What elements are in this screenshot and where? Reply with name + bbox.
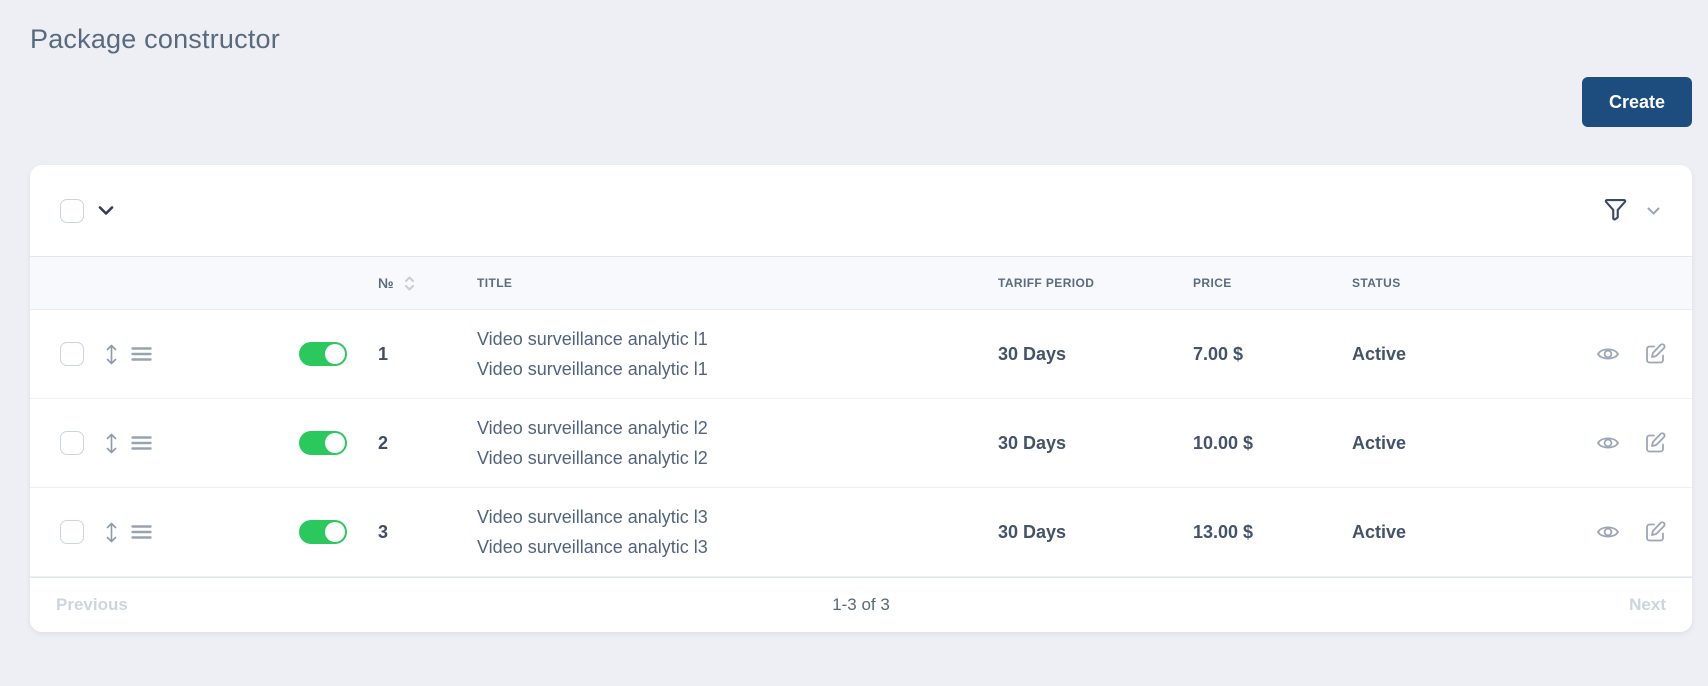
column-header-price: PRICE — [1193, 276, 1232, 290]
page-title: Package constructor — [30, 24, 280, 54]
edit-button[interactable] — [1644, 521, 1666, 543]
pagination-bar: Previous 1-3 of 3 Next — [30, 577, 1692, 632]
row-select-checkbox[interactable] — [60, 342, 84, 366]
drag-vertical-arrows-icon[interactable] — [104, 343, 119, 366]
row-title: Video surveillance analytic l3 Video sur… — [477, 502, 998, 562]
eye-icon — [1596, 523, 1620, 541]
row-title-line1: Video surveillance analytic l2 — [477, 418, 708, 438]
eye-icon — [1596, 434, 1620, 452]
create-button[interactable]: Create — [1582, 77, 1692, 127]
row-price: 13.00 $ — [1193, 521, 1254, 542]
next-page-button[interactable]: Next — [1629, 595, 1666, 615]
row-number: 3 — [378, 521, 389, 542]
column-header-status: STATUS — [1352, 276, 1401, 290]
filter-button[interactable] — [1602, 197, 1629, 224]
view-button[interactable] — [1596, 434, 1620, 452]
row-title: Video surveillance analytic l2 Video sur… — [477, 413, 998, 473]
select-all-checkbox[interactable] — [60, 198, 84, 223]
row-title-line1: Video surveillance analytic l1 — [477, 329, 708, 349]
toggle-knob — [325, 522, 345, 542]
row-price: 7.00 $ — [1193, 343, 1244, 364]
row-title-line2: Video surveillance analytic l2 — [477, 448, 708, 468]
hamburger-menu-icon[interactable] — [131, 346, 152, 362]
view-button[interactable] — [1596, 345, 1620, 363]
row-title-line2: Video surveillance analytic l1 — [477, 359, 708, 379]
sort-arrows-icon[interactable] — [403, 275, 416, 292]
chevron-down-icon — [98, 205, 114, 216]
active-toggle[interactable] — [299, 431, 347, 455]
row-number: 2 — [378, 432, 389, 453]
column-header-tariff-period: TARIFF PERIOD — [998, 276, 1095, 290]
row-tariff-period: 30 Days — [998, 521, 1067, 542]
edit-pencil-icon — [1644, 343, 1666, 365]
eye-icon — [1596, 345, 1620, 363]
package-constructor-page: Package constructor Create № TITLE TARIF… — [0, 0, 1708, 632]
row-select-checkbox[interactable] — [60, 520, 84, 544]
row-number: 1 — [378, 343, 389, 364]
hamburger-menu-icon[interactable] — [131, 524, 152, 540]
chevron-down-icon — [1647, 207, 1660, 215]
row-status: Active — [1352, 432, 1407, 453]
row-status: Active — [1352, 343, 1407, 364]
row-price: 10.00 $ — [1193, 432, 1254, 453]
table-row: 3 Video surveillance analytic l3 Video s… — [30, 488, 1692, 577]
pagination-range: 1-3 of 3 — [832, 595, 890, 614]
edit-pencil-icon — [1644, 521, 1666, 543]
filter-expand-dropdown[interactable] — [1647, 207, 1660, 215]
row-status: Active — [1352, 521, 1407, 542]
column-header-title: TITLE — [477, 276, 513, 290]
table-row: 1 Video surveillance analytic l1 Video s… — [30, 310, 1692, 399]
previous-page-button[interactable]: Previous — [56, 595, 128, 615]
column-header-number: № — [360, 275, 477, 292]
edit-button[interactable] — [1644, 343, 1666, 365]
active-toggle[interactable] — [299, 342, 347, 366]
bulk-actions-dropdown[interactable] — [98, 205, 114, 216]
hamburger-menu-icon[interactable] — [131, 435, 152, 451]
edit-button[interactable] — [1644, 432, 1666, 454]
column-header-number-label: № — [378, 275, 395, 291]
toggle-knob — [325, 344, 345, 364]
row-title: Video surveillance analytic l1 Video sur… — [477, 324, 998, 384]
row-select-checkbox[interactable] — [60, 431, 84, 455]
row-title-line2: Video surveillance analytic l3 — [477, 537, 708, 557]
row-tariff-period: 30 Days — [998, 432, 1067, 453]
toggle-knob — [325, 433, 345, 453]
table-header-row: № TITLE TARIFF PERIOD PRICE STATUS — [30, 256, 1692, 310]
active-toggle[interactable] — [299, 520, 347, 544]
actions-bar: Create — [30, 77, 1692, 127]
table-row: 2 Video surveillance analytic l2 Video s… — [30, 399, 1692, 488]
drag-vertical-arrows-icon[interactable] — [104, 521, 119, 544]
panel-toolbar — [30, 165, 1692, 256]
edit-pencil-icon — [1644, 432, 1666, 454]
row-title-line1: Video surveillance analytic l3 — [477, 507, 708, 527]
view-button[interactable] — [1596, 523, 1620, 541]
row-tariff-period: 30 Days — [998, 343, 1067, 364]
drag-vertical-arrows-icon[interactable] — [104, 432, 119, 455]
packages-panel: № TITLE TARIFF PERIOD PRICE STATUS 1 Vid… — [30, 165, 1692, 632]
filter-funnel-icon — [1602, 197, 1629, 224]
